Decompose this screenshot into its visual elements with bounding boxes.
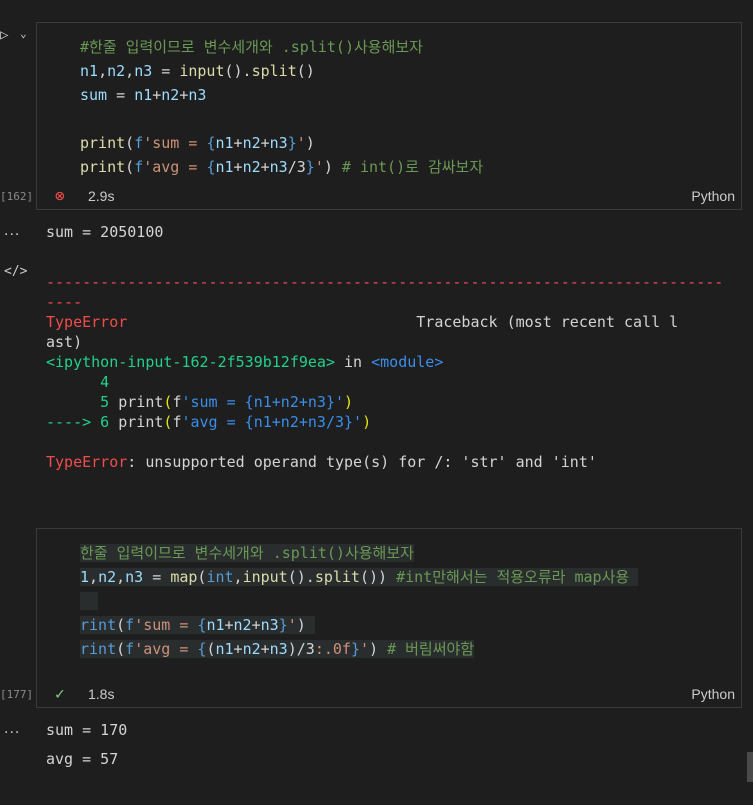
traceback-label-cont: ast) [46,333,83,351]
code-line: rint(f'sum = {n1+n2+n3}') [80,616,315,634]
code-icon[interactable]: </> [4,264,27,279]
dash-line: ----------------------------------------… [46,273,724,291]
scrollbar[interactable] [747,752,753,782]
error-circle-icon: ⊗ [55,186,65,205]
cell-editor[interactable]: #한줄 입력이므로 변수세개와 .split()사용해보자 n1,n2,n3 =… [80,35,483,179]
language-label[interactable]: Python [691,686,735,702]
in-word: in [334,353,372,371]
output-text: sum = 2050100 [46,223,164,241]
code-line: print(f'sum = {n1+n2+n3}') [80,134,315,152]
code-line: 1,n2,n3 = map(int,input().split()) #int만… [80,568,639,586]
code-line [80,592,99,610]
execution-time: 2.9s [88,188,115,204]
output-menu-icon[interactable]: ... [4,720,20,738]
output-text: avg = 57 [46,750,119,768]
error-output: ----------------------------------------… [46,272,723,472]
error-name: TypeError [46,453,128,471]
traceback-line-number: 5 [46,393,110,411]
check-icon: ✓ [55,684,65,703]
cell-status-bar: ✓ 1.8s Python [37,681,741,707]
output-menu-icon[interactable]: ... [4,222,20,240]
traceback-line-number: 4 [46,373,110,391]
code-cell-2[interactable]: 한줄 입력이므로 변수세개와 .split()사용해보자 1,n2,n3 = m… [36,528,742,708]
run-cell-icon[interactable]: ▷ [0,27,8,43]
code-line: sum = n1+n2+n3 [80,86,207,104]
error-message: : unsupported operand type(s) for /: 'st… [127,453,597,471]
code-line: rint(f'avg = {(n1+n2+n3)/3:.0f}') # 버림써야… [80,640,475,658]
traceback-code: print(f'avg = {n1+n2+n3/3}') [109,413,372,431]
traceback-code: print(f'sum = {n1+n2+n3}') [109,393,354,411]
code-line: #한줄 입력이므로 변수세개와 .split()사용해보자 [80,38,423,56]
execution-count: [162] [0,190,34,203]
cell-status-bar: ⊗ 2.9s Python [37,183,741,209]
execution-time: 1.8s [88,686,115,702]
code-cell-1[interactable]: #한줄 입력이므로 변수세개와 .split()사용해보자 n1,n2,n3 =… [36,22,742,210]
chevron-down-icon[interactable]: ⌄ [20,27,27,40]
execution-count: [177] [0,688,34,701]
cell-editor[interactable]: 한줄 입력이므로 변수세개와 .split()사용해보자 1,n2,n3 = m… [80,541,639,661]
traceback-label: Traceback (most recent call l [416,313,679,331]
code-line: 한줄 입력이므로 변수세개와 .split()사용해보자 [80,544,414,562]
output-text: sum = 170 [46,721,128,739]
dash-line: ---- [46,293,83,311]
error-name: TypeError [46,313,128,331]
traceback-arrow: ----> 6 [46,413,110,431]
module-ref: <module> [371,353,444,371]
code-line: n1,n2,n3 = input().split() [80,62,315,80]
input-ref: <ipython-input-162-2f539b12f9ea> [46,353,335,371]
code-line: print(f'avg = {n1+n2+n3/3}') # int()로 감싸… [80,158,484,176]
language-label[interactable]: Python [691,188,735,204]
